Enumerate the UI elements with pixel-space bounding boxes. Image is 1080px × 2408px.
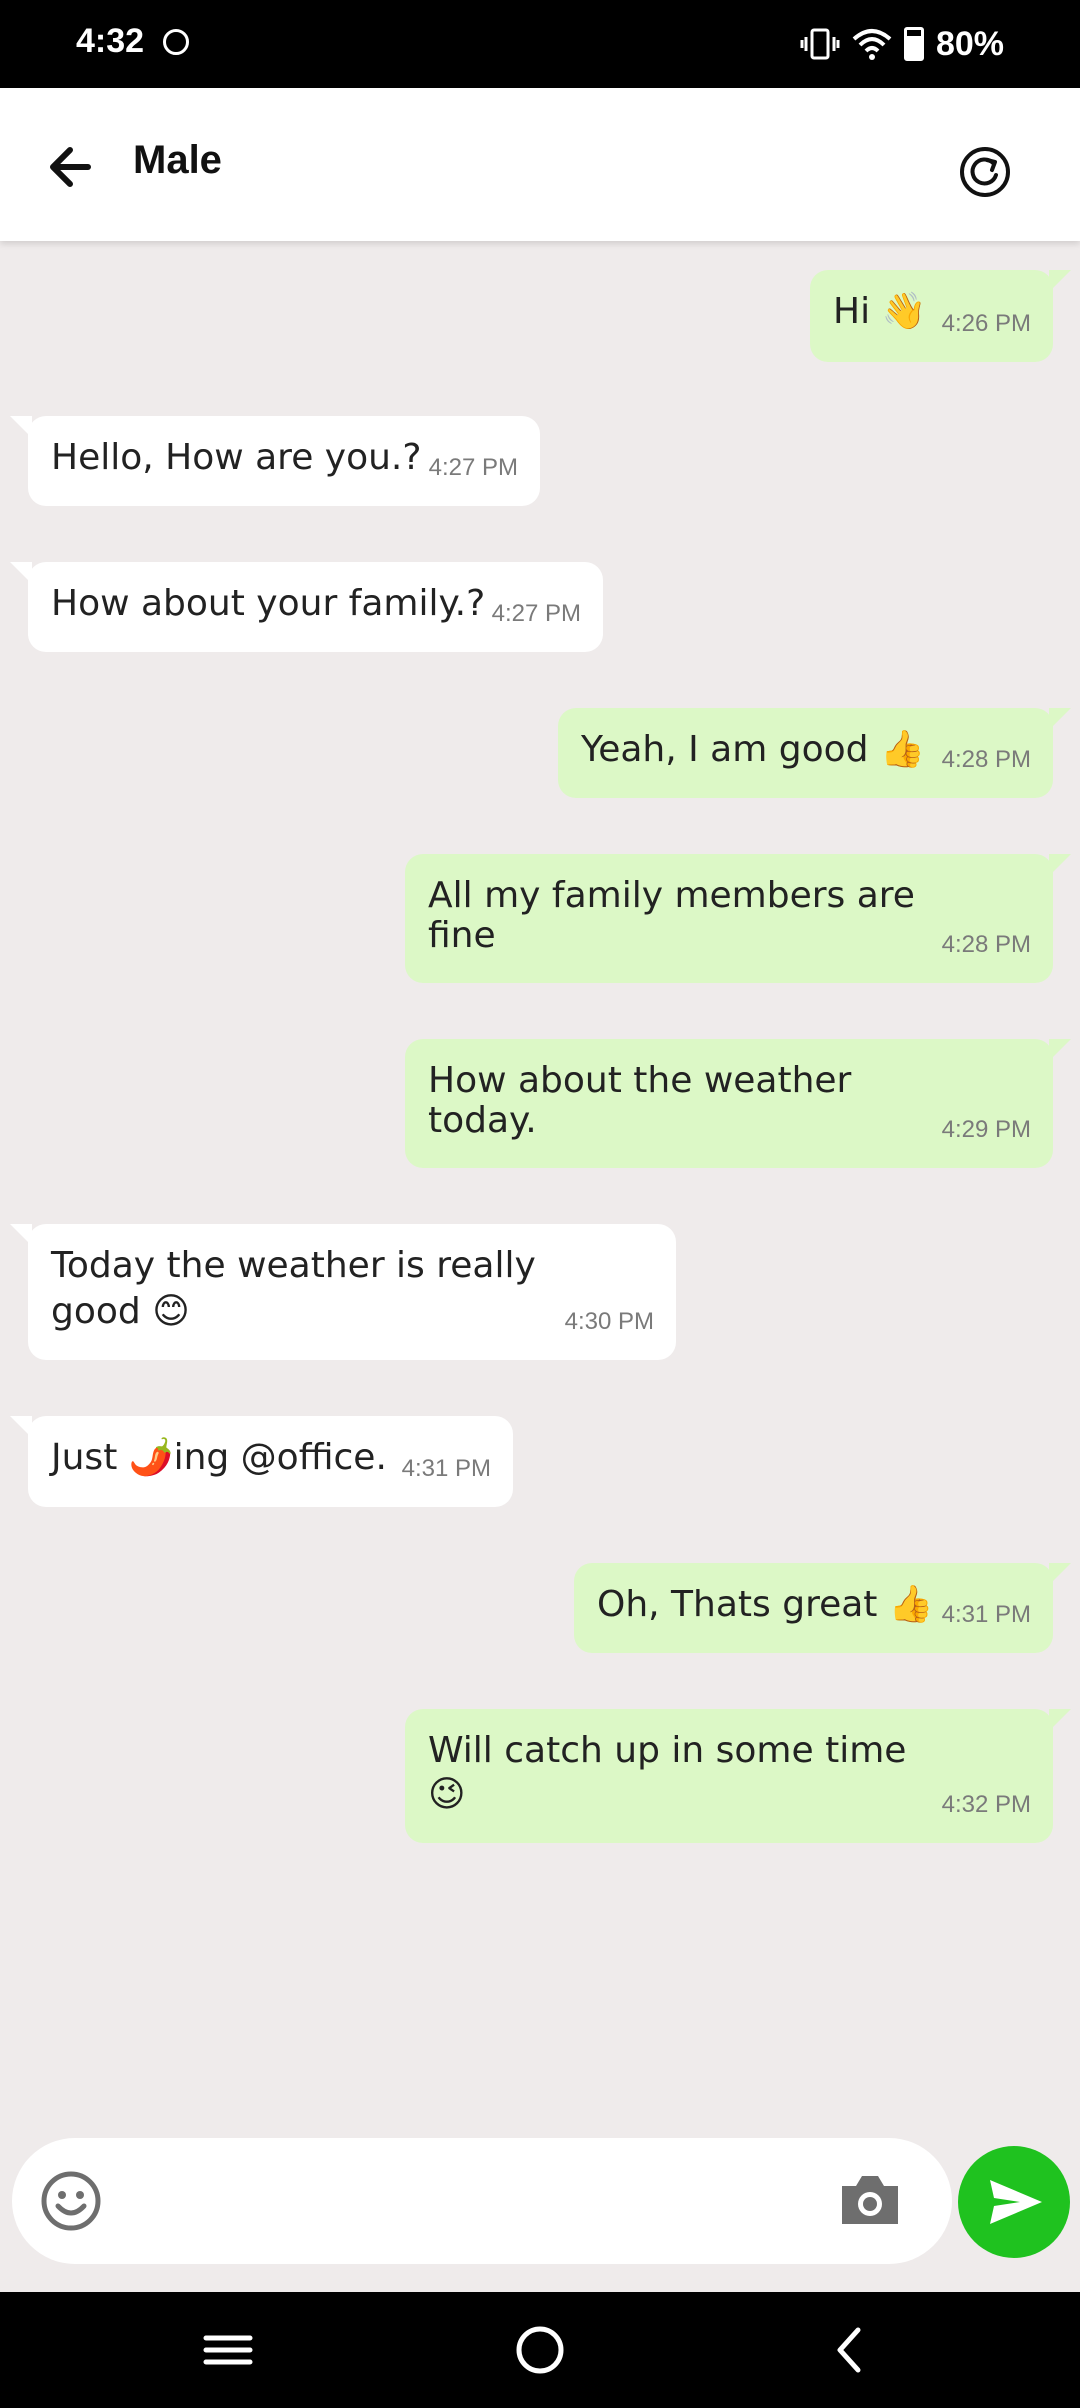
- back-nav-icon: [837, 2327, 861, 2373]
- send-button[interactable]: [958, 2146, 1070, 2258]
- status-indicators: 80%: [800, 22, 1004, 66]
- wifi-icon: [852, 29, 892, 60]
- battery-percent: 80%: [935, 24, 1004, 63]
- smiley-icon: [41, 2171, 101, 2231]
- back-button[interactable]: [38, 132, 108, 202]
- message-text: Yeah, I am good 👍: [581, 729, 925, 770]
- message-text: Oh, Thats great 👍: [597, 1584, 934, 1625]
- message-bubble-incoming[interactable]: Hello, How are you.? 4:27 PM: [10, 416, 540, 506]
- message-time: 4:28 PM: [941, 746, 1031, 773]
- nav-back-button[interactable]: [820, 2320, 880, 2380]
- refresh-button[interactable]: [945, 132, 1025, 212]
- message-time: 4:32 PM: [941, 1791, 1031, 1818]
- message-bubble-outgoing[interactable]: Hi 👋 4:26 PM: [810, 270, 1071, 362]
- home-icon: [516, 2326, 564, 2374]
- message-text: Will catch up in some time: [428, 1730, 907, 1771]
- refresh-icon: [960, 147, 1010, 197]
- message-text: Hi 👋: [833, 291, 927, 332]
- message-bubble-incoming[interactable]: How about your family.? 4:27 PM: [10, 562, 603, 652]
- message-input[interactable]: [122, 2162, 826, 2242]
- message-text-line2: fine: [428, 915, 496, 956]
- status-time: 4:32: [76, 22, 145, 60]
- message-text-line2: today.: [428, 1100, 537, 1141]
- message-bubble-incoming[interactable]: Just 🌶️ing @office. 4:31 PM: [10, 1416, 513, 1507]
- message-time: 4:29 PM: [941, 1116, 1031, 1143]
- emoji-button[interactable]: [40, 2170, 102, 2232]
- message-bubble-outgoing[interactable]: All my family members are fine 4:28 PM: [405, 854, 1071, 983]
- message-time: 4:30 PM: [564, 1308, 654, 1335]
- message-time: 4:26 PM: [941, 310, 1031, 337]
- status-bar: 4:32 80%: [0, 0, 1080, 88]
- notification-icon: [163, 29, 189, 55]
- vibrate-icon: [800, 28, 840, 60]
- message-bubble-outgoing[interactable]: Yeah, I am good 👍 4:28 PM: [558, 708, 1071, 798]
- message-time: 4:27 PM: [428, 454, 518, 481]
- message-text-line2: good 😊: [51, 1291, 190, 1332]
- message-time: 4:31 PM: [941, 1601, 1031, 1628]
- message-composer: [12, 2138, 952, 2264]
- message-text: How about your family.?: [51, 583, 486, 624]
- message-time: 4:31 PM: [401, 1455, 491, 1482]
- message-text: How about the weather: [428, 1060, 852, 1101]
- menu-icon: [203, 2335, 253, 2365]
- message-text: Just 🌶️ing @office.: [51, 1437, 387, 1478]
- message-bubble-outgoing[interactable]: Oh, Thats great 👍 4:31 PM: [574, 1563, 1071, 1653]
- camera-button[interactable]: [838, 2170, 902, 2230]
- send-icon: [990, 2180, 1042, 2224]
- message-time: 4:27 PM: [491, 600, 581, 627]
- message-bubble-outgoing[interactable]: Will catch up in some time 😉 4:32 PM: [405, 1709, 1071, 1843]
- message-time: 4:28 PM: [941, 931, 1031, 958]
- message-text: Today the weather is really: [51, 1245, 536, 1286]
- battery-icon: [903, 27, 924, 61]
- chat-title: Male: [133, 138, 222, 182]
- system-nav-bar: [0, 2292, 1080, 2408]
- chat-header: Male: [0, 88, 1080, 241]
- message-text: Hello, How are you.?: [51, 437, 422, 478]
- recents-button[interactable]: [198, 2320, 258, 2380]
- message-bubble-outgoing[interactable]: How about the weather today. 4:29 PM: [405, 1039, 1071, 1168]
- home-button[interactable]: [510, 2320, 570, 2380]
- message-bubble-incoming[interactable]: Today the weather is really good 😊 4:30 …: [10, 1224, 676, 1360]
- message-text: All my family members are: [428, 875, 915, 916]
- message-text-line2: 😉: [428, 1774, 466, 1815]
- back-arrow-icon: [50, 147, 91, 187]
- camera-icon: [842, 2176, 898, 2224]
